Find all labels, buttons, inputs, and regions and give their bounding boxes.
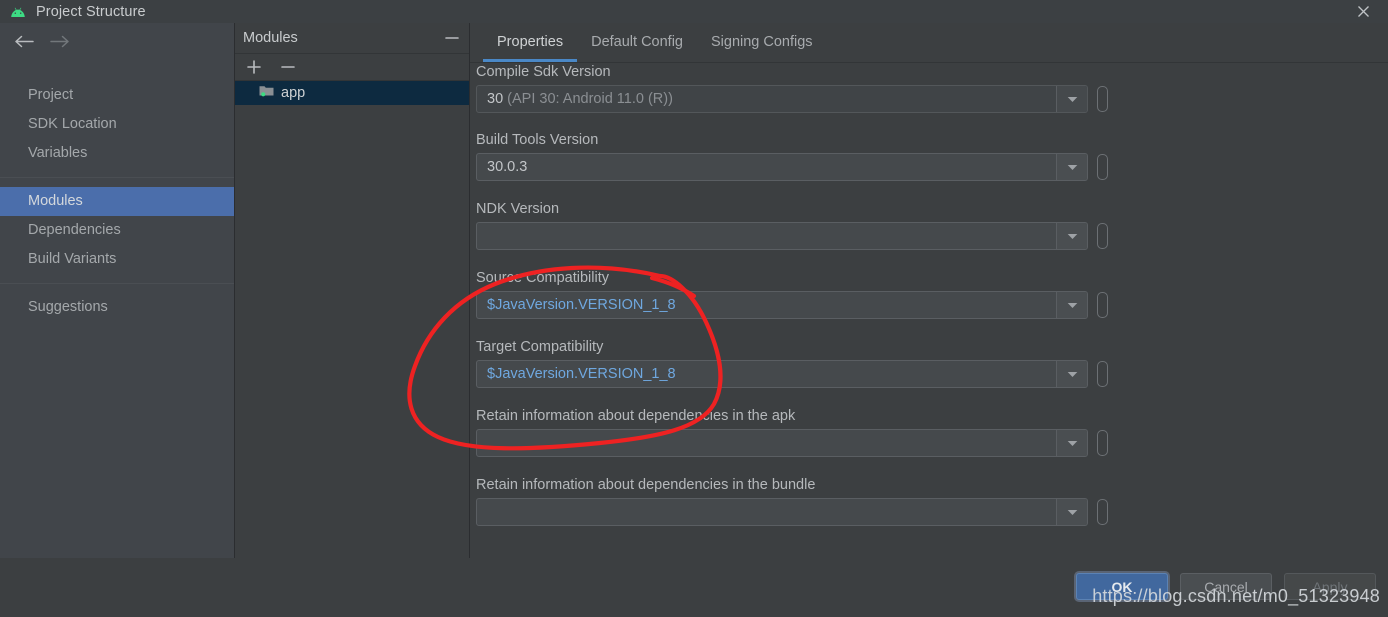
field-label: Build Tools Version [476,132,599,148]
build-tools-version-variable-button[interactable] [1097,154,1108,180]
field-control [476,498,1108,526]
field-label: Target Compatibility [476,339,604,355]
sidebar-item-project[interactable]: Project [0,81,234,110]
source-compatibility-variable-button[interactable] [1097,292,1108,318]
chevron-down-icon[interactable] [1056,499,1087,525]
sidebar-item-dependencies[interactable]: Dependencies [0,216,234,245]
combo-value: $JavaVersion.VERSION_1_8 [487,297,676,313]
sidebar-item-sdk-location[interactable]: SDK Location [0,110,234,139]
plus-icon[interactable] [245,57,263,77]
field-control: $JavaVersion.VERSION_1_8 [476,360,1108,388]
field-label: Compile Sdk Version [476,64,611,80]
retain-dependencies-apk-variable-button[interactable] [1097,430,1108,456]
sidebar-item-build-variants[interactable]: Build Variants [0,245,234,274]
field-control: $JavaVersion.VERSION_1_8 [476,291,1108,319]
chevron-down-icon[interactable] [1056,292,1087,318]
ndk-version-variable-button[interactable] [1097,223,1108,249]
build-tools-version-dropdown[interactable]: 30.0.3 [476,153,1088,181]
field-compile-sdk-version: Compile Sdk Version 30 (API 30: Android … [476,64,1108,113]
arrow-right-icon[interactable] [42,27,78,57]
tab-signing-configs[interactable]: Signing Configs [697,24,827,62]
chevron-down-icon[interactable] [1056,154,1087,180]
field-ndk-version: NDK Version [476,201,1108,250]
field-label: NDK Version [476,201,560,217]
title-bar: Project Structure [0,0,1388,23]
window-title: Project Structure [36,3,146,20]
ndk-version-dropdown[interactable] [476,222,1088,250]
minus-icon[interactable] [279,57,297,77]
combo-value: 30 (API 30: Android 11.0 (R)) [477,91,1056,107]
tab-bar: Properties Default Config Signing Config… [470,23,1388,63]
retain-dependencies-bundle-dropdown[interactable] [476,498,1088,526]
android-icon [8,5,28,19]
project-structure-dialog: Project Structure Project SDK Location V… [0,0,1388,617]
sidebar-list: Project SDK Location Variables Modules D… [0,81,234,322]
modules-panel-header: Modules [235,23,469,54]
navigation-arrows [0,23,234,60]
field-build-tools-version: Build Tools Version 30.0.3 [476,132,1108,181]
field-label: Source Compatibility [476,270,609,286]
properties-fields: Compile Sdk Version 30 (API 30: Android … [470,64,1388,558]
target-compatibility-dropdown[interactable]: $JavaVersion.VERSION_1_8 [476,360,1088,388]
sidebar-item-modules[interactable]: Modules [0,187,234,216]
field-retain-dependencies-bundle: Retain information about dependencies in… [476,477,1108,526]
tab-properties[interactable]: Properties [483,24,578,62]
close-icon[interactable] [1346,0,1380,23]
watermark-text: https://blog.csdn.net/m0_51323948 [1092,586,1380,606]
modules-toolbar [235,54,469,81]
field-control: 30.0.3 [476,153,1108,181]
sidebar-item-suggestions[interactable]: Suggestions [0,293,234,322]
chevron-down-icon[interactable] [1056,361,1087,387]
modules-panel: Modules app [235,23,470,558]
chevron-down-icon[interactable] [1056,223,1087,249]
module-folder-icon [259,84,274,102]
combo-value-main: 30 [487,91,504,107]
field-control [476,222,1108,250]
retain-dependencies-apk-dropdown[interactable] [476,429,1088,457]
field-control: 30 (API 30: Android 11.0 (R)) [476,85,1108,113]
chevron-down-icon[interactable] [1056,430,1087,456]
module-label: app [281,85,306,101]
sidebar-divider-1 [0,177,234,178]
field-label: Retain information about dependencies in… [476,477,816,493]
properties-panel: Properties Default Config Signing Config… [470,23,1388,558]
field-label: Retain information about dependencies in… [476,408,796,424]
combo-value-suffix: (API 30: Android 11.0 (R)) [503,91,673,107]
field-target-compatibility: Target Compatibility $JavaVersion.VERSIO… [476,339,1108,388]
field-source-compatibility: Source Compatibility $JavaVersion.VERSIO… [476,270,1108,319]
tab-default-config[interactable]: Default Config [577,24,697,62]
sidebar-divider-2 [0,283,234,284]
module-list-item-app[interactable]: app [235,81,469,105]
modules-panel-title: Modules [243,30,298,46]
minimize-icon[interactable] [441,27,463,49]
compile-sdk-version-dropdown[interactable]: 30 (API 30: Android 11.0 (R)) [476,85,1088,113]
retain-dependencies-bundle-variable-button[interactable] [1097,499,1108,525]
compile-sdk-version-variable-button[interactable] [1097,86,1108,112]
target-compatibility-variable-button[interactable] [1097,361,1108,387]
field-control [476,429,1108,457]
combo-value: $JavaVersion.VERSION_1_8 [487,366,676,382]
chevron-down-icon[interactable] [1056,86,1087,112]
sidebar: Project SDK Location Variables Modules D… [0,23,235,558]
source-compatibility-dropdown[interactable]: $JavaVersion.VERSION_1_8 [476,291,1088,319]
sidebar-item-variables[interactable]: Variables [0,139,234,168]
arrow-left-icon[interactable] [6,27,42,57]
combo-value: 30.0.3 [487,159,528,175]
field-retain-dependencies-apk: Retain information about dependencies in… [476,408,1108,457]
